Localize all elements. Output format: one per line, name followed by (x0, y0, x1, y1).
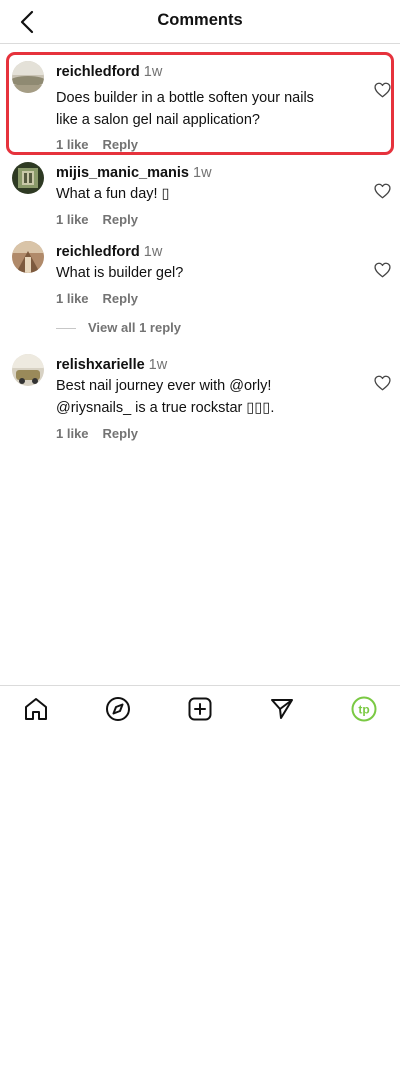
comment-text-line: @riysnails_ is a true rockstar ▯▯▯. (56, 400, 275, 416)
view-replies-label: View all 1 reply (88, 320, 181, 335)
avatar[interactable] (12, 241, 44, 273)
header: Comments (0, 0, 400, 44)
like-button[interactable] (374, 82, 391, 98)
comment-text: What is builder gel? (56, 265, 184, 281)
nav-profile[interactable]: tp (351, 696, 377, 722)
like-button[interactable] (374, 375, 391, 391)
comment-timestamp: 1w (143, 244, 163, 260)
like-button[interactable] (374, 262, 391, 278)
comment-timestamp: 1w (148, 357, 168, 373)
like-count[interactable]: 1 like (56, 137, 89, 152)
heart-icon (374, 183, 391, 199)
nav-home[interactable] (23, 696, 49, 722)
nav-create[interactable] (187, 696, 213, 722)
comment-username[interactable]: reichledford (56, 244, 140, 260)
like-count[interactable]: 1 like (56, 291, 89, 306)
profile-avatar-text: tp (358, 703, 369, 717)
avatar[interactable] (12, 354, 44, 386)
reply-button[interactable]: Reply (103, 212, 138, 227)
comment-text: Best nail journey ever with @orly! @riys… (56, 375, 356, 419)
comment-item: mijis_manic_manis 1w What a fun day! ▯ 1 … (0, 162, 400, 232)
comment-text: Does builder in a bottle soften your nai… (56, 87, 356, 131)
reply-button[interactable]: Reply (103, 426, 138, 441)
like-count[interactable]: 1 like (56, 212, 89, 227)
like-button[interactable] (374, 183, 391, 199)
reply-button[interactable]: Reply (103, 291, 138, 306)
comment-username[interactable]: relishxarielle (56, 357, 145, 373)
bottom-nav: tp (0, 685, 400, 731)
comment-text: What a fun day! ▯ (56, 186, 170, 202)
page-title: Comments (157, 11, 243, 29)
comment-item: reichledford 1w Does builder in a bottle … (0, 61, 400, 156)
comment-timestamp: 1w (143, 64, 163, 80)
direct-message-icon (271, 699, 293, 719)
comment-timestamp: 1w (193, 165, 212, 181)
comment-text-line: like a salon gel nail application? (56, 112, 260, 128)
nav-explore[interactable] (105, 696, 131, 722)
heart-icon (374, 82, 391, 98)
comment-text-line: Best nail journey ever with @orly! (56, 378, 272, 394)
comment-item: relishxarielle 1w Best nail journey ever … (0, 354, 400, 444)
avatar[interactable] (12, 61, 44, 93)
reply-thread-line (56, 328, 76, 329)
like-count[interactable]: 1 like (56, 426, 89, 441)
profile-icon: tp (351, 696, 377, 722)
explore-icon (106, 697, 130, 721)
comment-username[interactable]: mijis_manic_manis (56, 165, 189, 181)
comment-item: reichledford 1w What is builder gel? 1 li… (0, 241, 400, 311)
home-icon (25, 698, 47, 720)
reply-button[interactable]: Reply (103, 137, 138, 152)
comment-text-line: Does builder in a bottle soften your nai… (56, 90, 314, 106)
nav-direct[interactable] (269, 696, 295, 722)
heart-icon (374, 375, 391, 391)
avatar[interactable] (12, 162, 44, 194)
create-icon (188, 697, 212, 721)
heart-icon (374, 262, 391, 278)
comment-username[interactable]: reichledford (56, 64, 140, 80)
